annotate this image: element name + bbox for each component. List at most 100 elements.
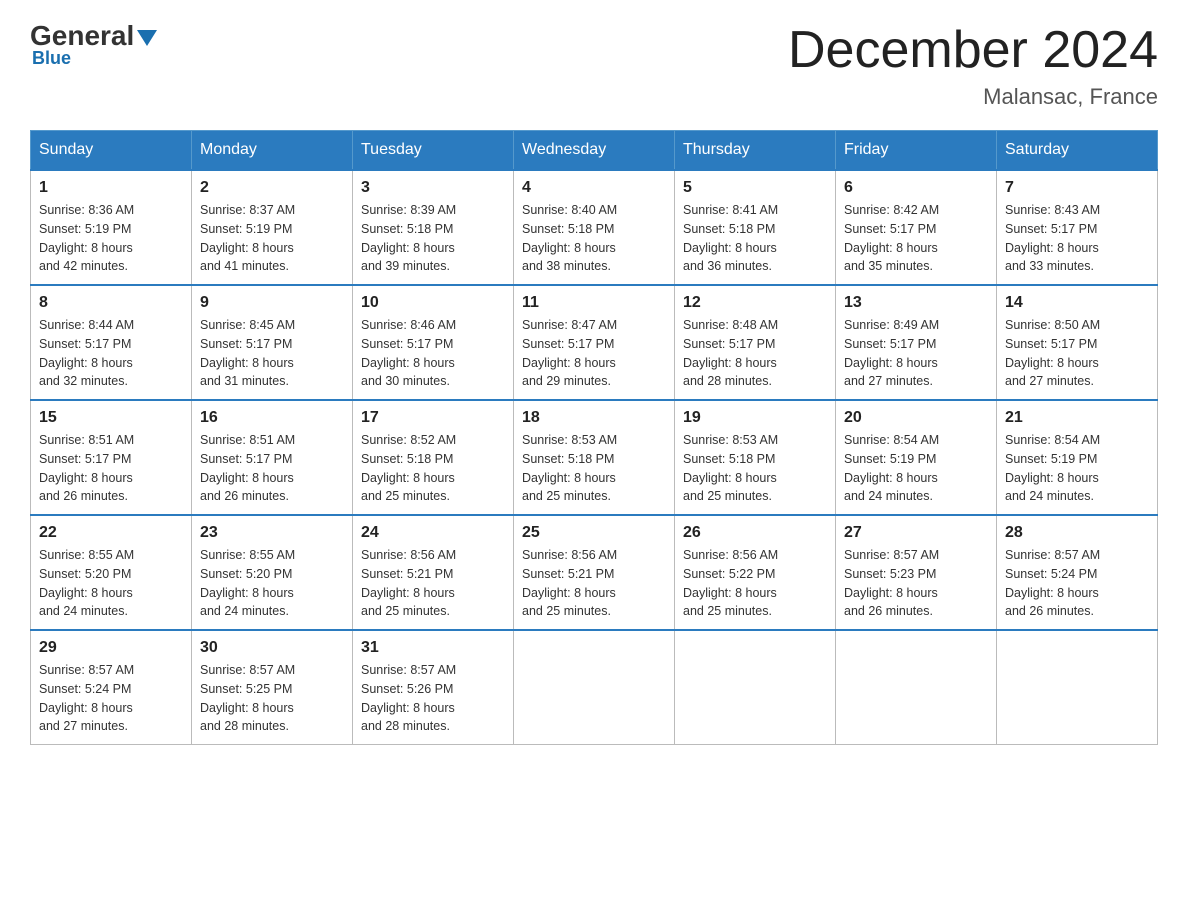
calendar-cell: 29 Sunrise: 8:57 AMSunset: 5:24 PMDaylig… — [31, 630, 192, 745]
day-number: 12 — [683, 294, 827, 312]
calendar-cell: 14 Sunrise: 8:50 AMSunset: 5:17 PMDaylig… — [997, 285, 1158, 400]
calendar-cell: 19 Sunrise: 8:53 AMSunset: 5:18 PMDaylig… — [675, 400, 836, 515]
calendar-cell: 8 Sunrise: 8:44 AMSunset: 5:17 PMDayligh… — [31, 285, 192, 400]
calendar-cell: 20 Sunrise: 8:54 AMSunset: 5:19 PMDaylig… — [836, 400, 997, 515]
calendar-cell: 5 Sunrise: 8:41 AMSunset: 5:18 PMDayligh… — [675, 170, 836, 285]
day-number: 18 — [522, 409, 666, 427]
calendar-cell — [997, 630, 1158, 745]
day-number: 22 — [39, 524, 183, 542]
calendar-cell: 7 Sunrise: 8:43 AMSunset: 5:17 PMDayligh… — [997, 170, 1158, 285]
day-info: Sunrise: 8:56 AMSunset: 5:21 PMDaylight:… — [361, 546, 505, 621]
day-number: 13 — [844, 294, 988, 312]
day-number: 3 — [361, 179, 505, 197]
calendar-cell: 9 Sunrise: 8:45 AMSunset: 5:17 PMDayligh… — [192, 285, 353, 400]
day-info: Sunrise: 8:46 AMSunset: 5:17 PMDaylight:… — [361, 316, 505, 391]
day-number: 2 — [200, 179, 344, 197]
weekday-header-tuesday: Tuesday — [353, 131, 514, 171]
day-info: Sunrise: 8:57 AMSunset: 5:24 PMDaylight:… — [1005, 546, 1149, 621]
calendar-cell — [675, 630, 836, 745]
calendar-cell: 15 Sunrise: 8:51 AMSunset: 5:17 PMDaylig… — [31, 400, 192, 515]
calendar-cell: 13 Sunrise: 8:49 AMSunset: 5:17 PMDaylig… — [836, 285, 997, 400]
day-info: Sunrise: 8:40 AMSunset: 5:18 PMDaylight:… — [522, 201, 666, 276]
calendar-cell: 10 Sunrise: 8:46 AMSunset: 5:17 PMDaylig… — [353, 285, 514, 400]
calendar-cell: 28 Sunrise: 8:57 AMSunset: 5:24 PMDaylig… — [997, 515, 1158, 630]
weekday-header-friday: Friday — [836, 131, 997, 171]
day-number: 20 — [844, 409, 988, 427]
day-number: 4 — [522, 179, 666, 197]
day-info: Sunrise: 8:48 AMSunset: 5:17 PMDaylight:… — [683, 316, 827, 391]
calendar-cell: 3 Sunrise: 8:39 AMSunset: 5:18 PMDayligh… — [353, 170, 514, 285]
day-number: 8 — [39, 294, 183, 312]
day-number: 1 — [39, 179, 183, 197]
day-info: Sunrise: 8:51 AMSunset: 5:17 PMDaylight:… — [39, 431, 183, 506]
calendar-cell: 18 Sunrise: 8:53 AMSunset: 5:18 PMDaylig… — [514, 400, 675, 515]
day-number: 29 — [39, 639, 183, 657]
calendar-cell: 25 Sunrise: 8:56 AMSunset: 5:21 PMDaylig… — [514, 515, 675, 630]
day-number: 28 — [1005, 524, 1149, 542]
day-info: Sunrise: 8:36 AMSunset: 5:19 PMDaylight:… — [39, 201, 183, 276]
weekday-header-thursday: Thursday — [675, 131, 836, 171]
day-info: Sunrise: 8:55 AMSunset: 5:20 PMDaylight:… — [200, 546, 344, 621]
day-number: 27 — [844, 524, 988, 542]
calendar-cell: 22 Sunrise: 8:55 AMSunset: 5:20 PMDaylig… — [31, 515, 192, 630]
logo-area: General Blue — [30, 20, 157, 69]
logo-blue-text: Blue — [32, 48, 71, 69]
day-number: 21 — [1005, 409, 1149, 427]
day-number: 26 — [683, 524, 827, 542]
day-info: Sunrise: 8:39 AMSunset: 5:18 PMDaylight:… — [361, 201, 505, 276]
day-info: Sunrise: 8:57 AMSunset: 5:24 PMDaylight:… — [39, 661, 183, 736]
weekday-header-sunday: Sunday — [31, 131, 192, 171]
day-info: Sunrise: 8:51 AMSunset: 5:17 PMDaylight:… — [200, 431, 344, 506]
calendar-table: SundayMondayTuesdayWednesdayThursdayFrid… — [30, 130, 1158, 745]
location-title: Malansac, France — [788, 84, 1158, 110]
day-info: Sunrise: 8:50 AMSunset: 5:17 PMDaylight:… — [1005, 316, 1149, 391]
month-title: December 2024 — [788, 20, 1158, 80]
logo-triangle-icon — [137, 30, 157, 46]
day-info: Sunrise: 8:56 AMSunset: 5:21 PMDaylight:… — [522, 546, 666, 621]
calendar-cell: 30 Sunrise: 8:57 AMSunset: 5:25 PMDaylig… — [192, 630, 353, 745]
day-info: Sunrise: 8:57 AMSunset: 5:25 PMDaylight:… — [200, 661, 344, 736]
week-row-4: 22 Sunrise: 8:55 AMSunset: 5:20 PMDaylig… — [31, 515, 1158, 630]
calendar-cell: 27 Sunrise: 8:57 AMSunset: 5:23 PMDaylig… — [836, 515, 997, 630]
week-row-2: 8 Sunrise: 8:44 AMSunset: 5:17 PMDayligh… — [31, 285, 1158, 400]
day-number: 7 — [1005, 179, 1149, 197]
weekday-header-saturday: Saturday — [997, 131, 1158, 171]
weekday-header-row: SundayMondayTuesdayWednesdayThursdayFrid… — [31, 131, 1158, 171]
calendar-cell: 17 Sunrise: 8:52 AMSunset: 5:18 PMDaylig… — [353, 400, 514, 515]
calendar-cell: 16 Sunrise: 8:51 AMSunset: 5:17 PMDaylig… — [192, 400, 353, 515]
calendar-cell: 31 Sunrise: 8:57 AMSunset: 5:26 PMDaylig… — [353, 630, 514, 745]
day-info: Sunrise: 8:53 AMSunset: 5:18 PMDaylight:… — [522, 431, 666, 506]
day-info: Sunrise: 8:56 AMSunset: 5:22 PMDaylight:… — [683, 546, 827, 621]
day-number: 9 — [200, 294, 344, 312]
day-info: Sunrise: 8:42 AMSunset: 5:17 PMDaylight:… — [844, 201, 988, 276]
weekday-header-wednesday: Wednesday — [514, 131, 675, 171]
day-info: Sunrise: 8:57 AMSunset: 5:26 PMDaylight:… — [361, 661, 505, 736]
calendar-cell: 2 Sunrise: 8:37 AMSunset: 5:19 PMDayligh… — [192, 170, 353, 285]
day-info: Sunrise: 8:37 AMSunset: 5:19 PMDaylight:… — [200, 201, 344, 276]
calendar-cell: 21 Sunrise: 8:54 AMSunset: 5:19 PMDaylig… — [997, 400, 1158, 515]
day-number: 10 — [361, 294, 505, 312]
week-row-1: 1 Sunrise: 8:36 AMSunset: 5:19 PMDayligh… — [31, 170, 1158, 285]
day-number: 16 — [200, 409, 344, 427]
day-info: Sunrise: 8:53 AMSunset: 5:18 PMDaylight:… — [683, 431, 827, 506]
day-info: Sunrise: 8:47 AMSunset: 5:17 PMDaylight:… — [522, 316, 666, 391]
day-number: 15 — [39, 409, 183, 427]
day-info: Sunrise: 8:54 AMSunset: 5:19 PMDaylight:… — [844, 431, 988, 506]
day-info: Sunrise: 8:54 AMSunset: 5:19 PMDaylight:… — [1005, 431, 1149, 506]
day-info: Sunrise: 8:49 AMSunset: 5:17 PMDaylight:… — [844, 316, 988, 391]
day-number: 11 — [522, 294, 666, 312]
calendar-cell — [514, 630, 675, 745]
day-number: 31 — [361, 639, 505, 657]
calendar-cell: 12 Sunrise: 8:48 AMSunset: 5:17 PMDaylig… — [675, 285, 836, 400]
day-info: Sunrise: 8:41 AMSunset: 5:18 PMDaylight:… — [683, 201, 827, 276]
calendar-cell — [836, 630, 997, 745]
header: General Blue December 2024 Malansac, Fra… — [30, 20, 1158, 110]
calendar-cell: 23 Sunrise: 8:55 AMSunset: 5:20 PMDaylig… — [192, 515, 353, 630]
calendar-cell: 1 Sunrise: 8:36 AMSunset: 5:19 PMDayligh… — [31, 170, 192, 285]
day-info: Sunrise: 8:52 AMSunset: 5:18 PMDaylight:… — [361, 431, 505, 506]
calendar-cell: 4 Sunrise: 8:40 AMSunset: 5:18 PMDayligh… — [514, 170, 675, 285]
weekday-header-monday: Monday — [192, 131, 353, 171]
day-number: 23 — [200, 524, 344, 542]
day-number: 30 — [200, 639, 344, 657]
day-number: 6 — [844, 179, 988, 197]
